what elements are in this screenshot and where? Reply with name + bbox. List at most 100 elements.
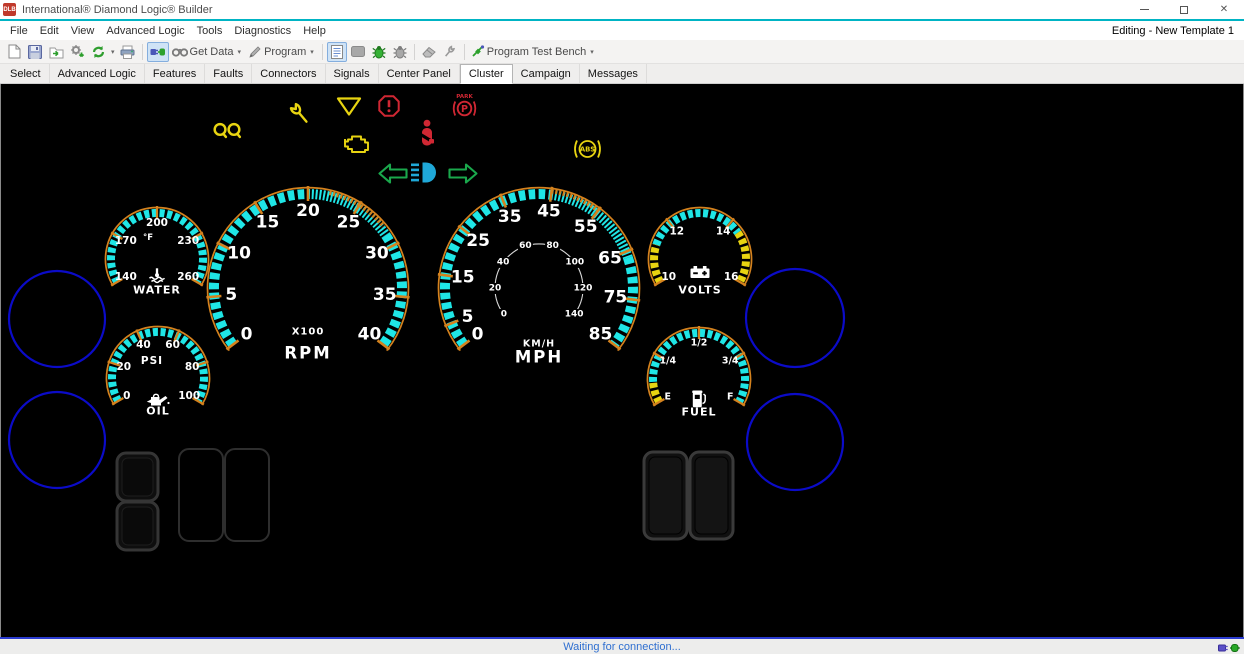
folder-import-icon [49,45,64,59]
wrench-gray-icon [443,45,456,58]
svg-text:40: 40 [136,339,151,351]
svg-text:20: 20 [116,361,131,373]
cluster-pad-button[interactable] [690,452,733,539]
tab-select[interactable]: Select [2,64,50,83]
refresh-button[interactable] [88,42,108,62]
svg-text:X100: X100 [292,327,325,338]
connect-plugs-icon [150,46,166,58]
svg-text:230: 230 [177,235,199,247]
titlebar: DLB International® Diamond Logic® Builde… [0,0,1244,19]
svg-text:120: 120 [574,284,593,294]
window-controls: ✕ [1124,0,1244,19]
report-button[interactable] [327,42,347,62]
menu-diagnostics[interactable]: Diagnostics [228,23,297,39]
test-bench-button[interactable]: Program Test Bench▾ [469,42,598,62]
svg-text:0: 0 [123,390,130,402]
menu-file[interactable]: File [4,23,34,39]
import-button[interactable] [46,42,66,62]
svg-text:ABS: ABS [580,146,595,154]
coolant-icon [150,268,165,282]
close-button[interactable]: ✕ [1204,0,1244,19]
bezel-circle [746,269,844,367]
toolbar: ▾ Get Data▾ Program▾ Program Test Bench▾ [0,40,1244,64]
turn-left-indicator-icon [380,165,407,183]
print-button[interactable] [118,42,138,62]
tab-faults[interactable]: Faults [205,64,252,83]
status-bar: Waiting for connection... [0,637,1244,654]
get-data-button[interactable]: Get Data▾ [170,42,246,62]
menu-tools[interactable]: Tools [191,23,229,39]
gauge-volts: 10121416VOLTS [649,207,752,296]
svg-text:3/4: 3/4 [722,356,739,367]
editing-status: Editing - New Template 1 [1112,25,1244,37]
panel-icon [351,46,365,57]
tab-connectors[interactable]: Connectors [252,64,325,83]
high-beam-indicator-icon [411,163,436,183]
eraser-icon [422,46,436,58]
gauge-oil: 020406080100OILPSI [107,326,210,417]
gauge-mph: 051525354555657585020406080100120140KM/H… [438,187,640,367]
cluster-canvas[interactable]: 140170200230260WATER°F020406080100OILPSI… [0,84,1244,637]
export-tools-button[interactable] [67,42,87,62]
save-button[interactable] [25,42,45,62]
eraser-button[interactable] [419,42,439,62]
svg-text:20: 20 [296,201,320,221]
svg-text:1/2: 1/2 [691,338,708,349]
maximize-icon [1180,6,1188,14]
svg-text:°F: °F [143,233,153,243]
svg-text:140: 140 [565,310,584,320]
menu-view[interactable]: View [65,23,101,39]
svg-text:10: 10 [661,271,676,283]
svg-text:80: 80 [185,361,200,373]
svg-text:170: 170 [115,235,137,247]
program-caret-icon: ▾ [308,48,316,56]
menu-help[interactable]: Help [297,23,332,39]
program-button[interactable]: Program▾ [246,42,318,62]
svg-text:100: 100 [565,257,584,267]
tab-cluster[interactable]: Cluster [460,64,513,84]
connect-button[interactable] [147,42,169,62]
gear-export-icon [70,44,85,59]
svg-text:0: 0 [501,310,507,320]
new-document-button[interactable] [4,42,24,62]
window-title: International® Diamond Logic® Builder [22,4,212,16]
tab-features[interactable]: Features [145,64,205,83]
svg-text:55: 55 [574,217,598,237]
program-label: Program [262,46,308,58]
connection-status-icon [1218,641,1240,654]
svg-text:260: 260 [177,271,199,283]
menu-edit[interactable]: Edit [34,23,65,39]
svg-text:75: 75 [604,287,628,307]
debug-button[interactable] [369,42,389,62]
tab-center-panel[interactable]: Center Panel [379,64,460,83]
tab-campaign[interactable]: Campaign [513,64,580,83]
minimize-button[interactable] [1124,0,1164,19]
svg-text:F: F [727,392,734,403]
menu-advanced-logic[interactable]: Advanced Logic [100,23,190,39]
turn-right-indicator-icon [450,165,477,183]
svg-text:5: 5 [225,285,237,305]
tab-messages[interactable]: Messages [580,64,647,83]
maximize-button[interactable] [1164,0,1204,19]
cluster-key-button[interactable] [117,453,158,501]
svg-text:15: 15 [451,268,475,288]
cluster-key-button[interactable] [117,502,158,550]
svg-text:WATER: WATER [133,284,181,297]
wrench-indicator-icon [290,104,309,125]
svg-text:15: 15 [256,213,280,233]
cluster-pad-button[interactable] [644,452,687,539]
refresh-caret-icon[interactable]: ▾ [109,48,117,56]
tab-advanced-logic[interactable]: Advanced Logic [50,64,145,83]
svg-text:0: 0 [472,324,484,344]
svg-text:16: 16 [724,271,739,283]
wrench-tool-button[interactable] [440,42,460,62]
svg-text:1/4: 1/4 [659,356,676,367]
panel-button[interactable] [348,42,368,62]
svg-text:FUEL: FUEL [682,406,717,419]
tab-signals[interactable]: Signals [326,64,379,83]
refresh-icon [91,45,106,59]
svg-text:P: P [461,104,468,115]
toolbar-separator [464,44,465,60]
debug-secondary-button[interactable] [390,42,410,62]
svg-text:100: 100 [178,390,200,402]
